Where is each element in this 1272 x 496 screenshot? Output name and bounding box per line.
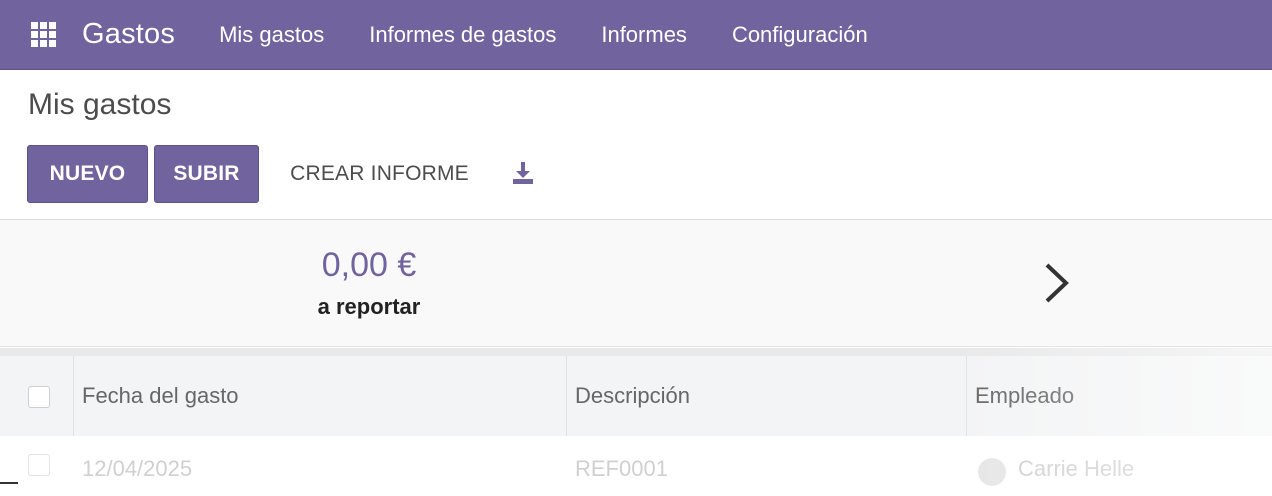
edge-mark bbox=[0, 482, 18, 484]
row-employee: Carrie Helle bbox=[1018, 456, 1135, 481]
list-divider bbox=[0, 348, 1272, 356]
column-header-employee[interactable]: Empleado bbox=[966, 356, 1272, 436]
column-header-description[interactable]: Descripción bbox=[566, 356, 966, 436]
to-report-label[interactable]: a reportar bbox=[0, 294, 738, 320]
chevron-right-icon[interactable] bbox=[1038, 260, 1074, 306]
expense-dashboard: 0,00 € a reportar bbox=[0, 219, 1272, 347]
upload-button[interactable]: SUBIR bbox=[154, 145, 259, 203]
row-description: REF0001 bbox=[575, 456, 668, 481]
row-date: 12/04/2025 bbox=[82, 456, 193, 481]
nav-item-mis-gastos[interactable]: Mis gastos bbox=[219, 22, 324, 48]
nav-item-configuracion[interactable]: Configuración bbox=[732, 22, 868, 48]
expense-list: Fecha del gasto Descripción Empleado 12/… bbox=[0, 348, 1272, 496]
employee-avatar bbox=[978, 458, 1006, 486]
row-checkbox[interactable] bbox=[28, 454, 50, 476]
to-report-amount[interactable]: 0,00 € bbox=[0, 246, 738, 285]
top-navbar: Gastos Mis gastos Informes de gastos Inf… bbox=[0, 0, 1272, 70]
nav-item-informes-de-gastos[interactable]: Informes de gastos bbox=[369, 22, 556, 48]
download-icon[interactable] bbox=[510, 160, 536, 186]
nav-item-informes[interactable]: Informes bbox=[601, 22, 687, 48]
create-report-button[interactable]: CREAR INFORME bbox=[272, 145, 487, 203]
column-header-date[interactable]: Fecha del gasto bbox=[73, 356, 566, 436]
table-header: Fecha del gasto Descripción Empleado bbox=[0, 356, 1272, 436]
page-title: Mis gastos bbox=[28, 88, 172, 121]
new-button[interactable]: NUEVO bbox=[27, 145, 148, 203]
table-row[interactable]: 12/04/2025 REF0001 Carrie Helle bbox=[0, 436, 1272, 496]
app-brand[interactable]: Gastos bbox=[82, 18, 175, 51]
select-all-checkbox[interactable] bbox=[28, 386, 50, 408]
apps-menu-icon[interactable] bbox=[28, 20, 58, 50]
